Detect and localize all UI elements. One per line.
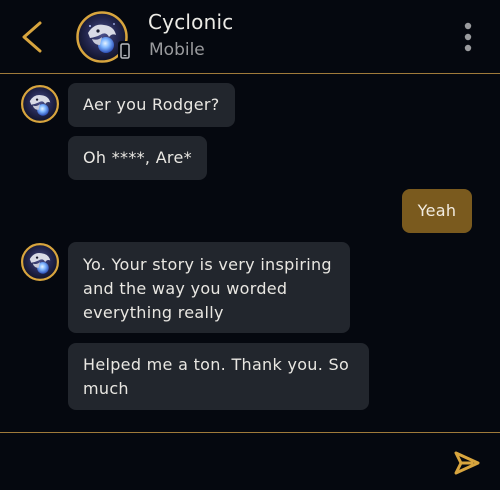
message-input[interactable] <box>14 441 438 483</box>
mobile-device-badge <box>118 41 132 61</box>
chat-header: Cyclonic Mobile <box>0 0 500 74</box>
contact-status: Mobile <box>149 40 205 60</box>
message-text: Helped me a ton. Thank you. So much <box>83 355 350 398</box>
message-bubble-incoming[interactable]: Yo. Your story is very inspiring and the… <box>68 242 350 333</box>
sender-avatar[interactable] <box>21 85 59 123</box>
sender-avatar[interactable] <box>21 243 59 281</box>
message-bubble-outgoing[interactable]: Yeah <box>402 189 472 233</box>
message-bubble-incoming[interactable]: Aer you Rodger? <box>68 83 235 127</box>
mobile-device-icon <box>120 43 130 59</box>
contact-name[interactable]: Cyclonic <box>148 10 233 34</box>
contact-avatar[interactable] <box>76 11 132 63</box>
message-bubble-incoming[interactable]: Oh ****, Are* <box>68 136 207 180</box>
more-options-button[interactable] <box>458 20 478 54</box>
message-text: Aer you Rodger? <box>83 95 220 114</box>
message-text: Yeah <box>417 201 457 220</box>
more-vertical-icon <box>464 22 472 52</box>
avatar-icon <box>21 243 59 281</box>
send-icon <box>454 451 480 475</box>
message-bubble-incoming[interactable]: Helped me a ton. Thank you. So much <box>68 343 369 410</box>
avatar-icon <box>21 85 59 123</box>
send-button[interactable] <box>452 449 482 477</box>
message-text: Yo. Your story is very inspiring and the… <box>83 255 332 322</box>
chevron-left-icon <box>22 21 42 53</box>
message-composer <box>0 432 500 490</box>
message-text: Oh ****, Are* <box>83 148 192 167</box>
back-button[interactable] <box>12 16 52 58</box>
